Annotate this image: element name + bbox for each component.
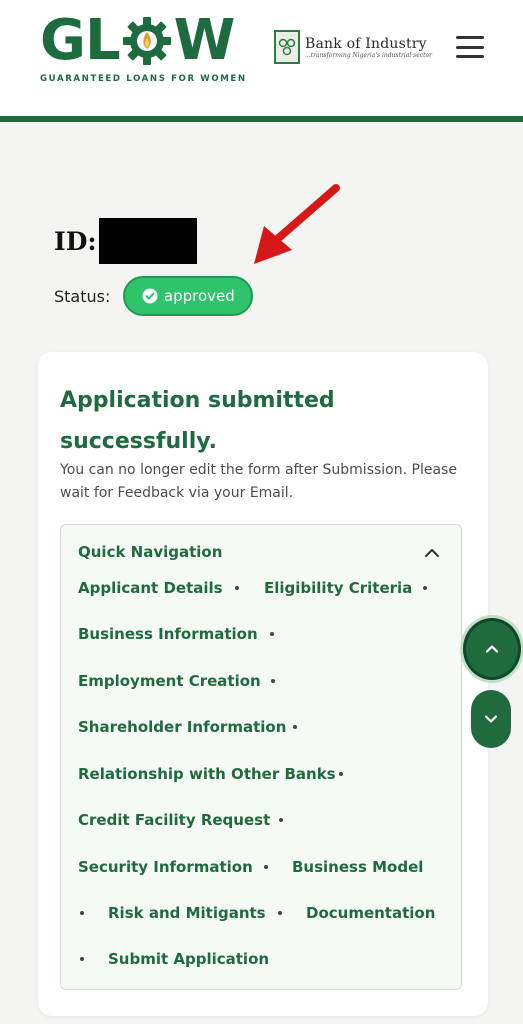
nav-separator	[264, 865, 268, 869]
card-note: You can no longer edit the form after Su…	[60, 462, 457, 501]
submission-card: Application submitted successfully. You …	[38, 352, 488, 1016]
logo-wordmark: GL W	[40, 10, 247, 72]
check-circle-icon	[142, 288, 158, 304]
nav-separator	[271, 679, 275, 683]
nav-employment-creation[interactable]: Employment Creation	[78, 672, 261, 690]
id-label: ID:	[54, 226, 97, 256]
nav-business-information[interactable]: Business Information	[78, 625, 258, 643]
nav-separator	[293, 725, 297, 729]
logo-tagline: GUARANTEED LOANS FOR WOMEN	[40, 74, 247, 84]
nav-submit-application[interactable]: Submit Application	[108, 950, 269, 968]
header-divider	[0, 116, 523, 122]
status-value: approved	[163, 287, 235, 305]
nav-relationship-other-banks[interactable]: Relationship with Other Banks	[78, 765, 336, 783]
status-badge: approved	[123, 276, 254, 316]
nav-separator	[279, 818, 283, 822]
nav-risk-and-mitigants[interactable]: Risk and Mitigants	[108, 904, 266, 922]
card-title: Application submitted successfully.	[60, 388, 335, 454]
nav-documentation[interactable]: Documentation	[306, 904, 435, 922]
nav-shareholder-information[interactable]: Shareholder Information	[78, 718, 286, 736]
gear-flame-icon	[122, 17, 171, 65]
chevron-up-icon	[485, 645, 499, 653]
nav-separator	[423, 586, 427, 590]
nav-security-information[interactable]: Security Information	[78, 858, 253, 876]
nav-eligibility-criteria[interactable]: Eligibility Criteria	[264, 579, 412, 597]
boi-emblem-icon	[274, 30, 300, 64]
logo-text-right: W	[173, 8, 236, 73]
nav-separator	[278, 911, 282, 915]
site-header: GL W GUARANTEED LOANS FOR WOMEN Bank of …	[0, 0, 523, 116]
partner-name: Bank of Industry	[305, 35, 427, 52]
nav-business-model[interactable]: Business Model	[292, 858, 423, 876]
nav-separator	[80, 911, 84, 915]
status-row: Status: approved	[54, 276, 254, 316]
status-label: Status:	[54, 286, 111, 306]
nav-separator	[339, 772, 343, 776]
nav-separator	[270, 632, 274, 636]
nav-separator	[80, 957, 84, 961]
scroll-down-button[interactable]	[471, 690, 511, 748]
redacted-id-block	[98, 218, 197, 264]
chevron-up-icon[interactable]	[423, 544, 441, 562]
nav-credit-facility-request[interactable]: Credit Facility Request	[78, 811, 270, 829]
chevron-down-icon	[484, 715, 498, 723]
hamburger-menu-icon[interactable]	[456, 36, 484, 58]
nav-applicant-details[interactable]: Applicant Details	[78, 579, 223, 597]
partner-tagline: ...transforming Nigeria's industrial sec…	[305, 51, 433, 59]
red-arrow-icon	[254, 184, 340, 264]
logo-text-left: GL	[40, 8, 121, 73]
quick-navigation-panel: Quick Navigation Applicant Details Eligi…	[60, 524, 462, 990]
glow-logo[interactable]: GL W GUARANTEED LOANS FOR WOMEN	[40, 10, 247, 85]
application-id-row: ID:	[54, 218, 197, 264]
partner-logo[interactable]: Bank of Industry ...transforming Nigeria…	[274, 30, 432, 64]
quick-navigation-heading[interactable]: Quick Navigation	[78, 543, 222, 561]
nav-separator	[235, 586, 239, 590]
scroll-up-button[interactable]	[463, 618, 521, 680]
